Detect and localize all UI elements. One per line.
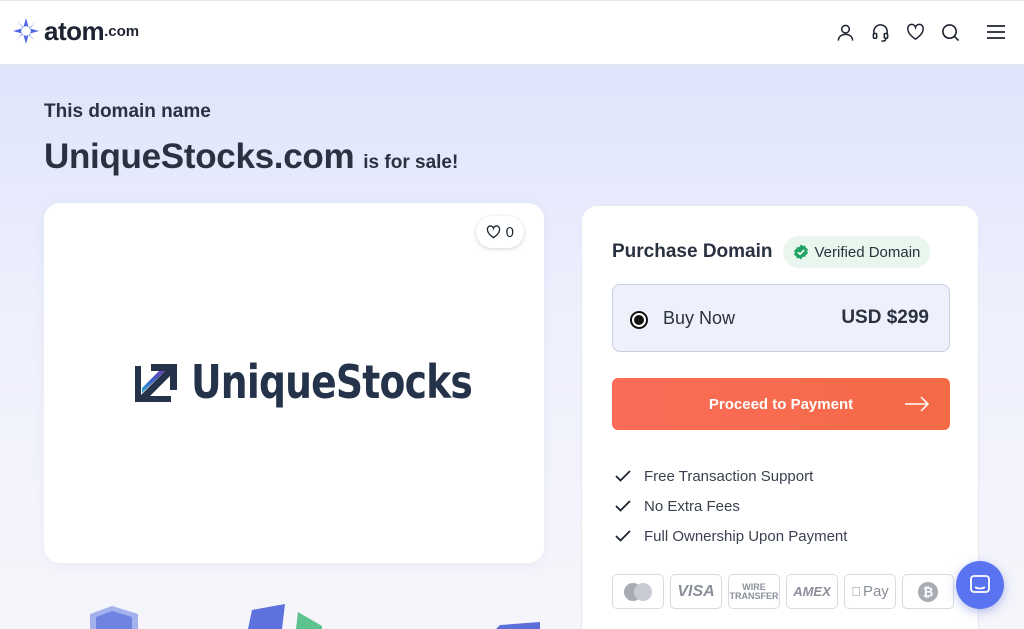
buy-now-option[interactable]: Buy Now USD $299: [612, 284, 950, 352]
amex-icon: AMEX: [786, 574, 838, 609]
proceed-label: Proceed to Payment: [708, 395, 854, 413]
wire-transfer-icon: WIRE TRANSFER: [728, 574, 780, 609]
check-icon: [615, 470, 631, 482]
bitcoin-icon: ₿: [902, 574, 954, 609]
mastercard-icon: [612, 574, 664, 609]
hamburger-menu-icon[interactable]: [986, 21, 1006, 43]
for-sale-text: is for sale!: [363, 152, 459, 173]
domain-logo-card: 0 UniqueStocks: [44, 203, 544, 563]
buy-now-radio[interactable]: [630, 311, 648, 329]
payment-methods: VISA WIRE TRANSFER AMEX Pay ₿: [612, 574, 954, 609]
benefit-item: Full Ownership Upon Payment: [614, 521, 847, 551]
purchase-panel: Purchase Domain Verified Domain Buy Now …: [581, 205, 979, 629]
check-icon: [615, 500, 631, 512]
domain-brand-logo: UniqueStocks: [133, 355, 534, 409]
atom-logo[interactable]: atom .com: [12, 17, 139, 45]
hero-eyebrow: This domain name: [44, 101, 211, 122]
check-icon: [615, 530, 631, 542]
logo-wordmark: atom: [44, 16, 105, 46]
visa-icon: VISA: [670, 574, 722, 609]
like-count: 0: [505, 223, 514, 241]
proceed-to-payment-button[interactable]: Proceed to Payment: [612, 378, 950, 430]
verified-check-icon: [793, 244, 808, 260]
buy-now-price: USD $299: [841, 307, 929, 328]
search-icon[interactable]: [940, 21, 960, 43]
domain-name-heading: UniqueStocks.com: [44, 137, 355, 176]
atom-star-icon: [13, 18, 39, 44]
header-actions: [835, 21, 1006, 43]
chat-support-button[interactable]: [956, 561, 1004, 609]
heart-icon: [486, 225, 500, 239]
feature-illustrations: [90, 604, 540, 629]
buy-now-label: Buy Now: [663, 308, 736, 328]
chat-bubble-icon: [970, 575, 990, 593]
benefit-item: No Extra Fees: [614, 491, 847, 521]
arrow-right-icon: [905, 396, 930, 412]
heart-icon[interactable]: [905, 21, 925, 43]
svg-text:₿: ₿: [923, 585, 934, 600]
benefit-text: No Extra Fees: [644, 497, 740, 515]
purchase-header: Purchase Domain Verified Domain: [612, 236, 931, 268]
benefits-list: Free Transaction Support No Extra Fees F…: [614, 461, 847, 551]
hero-title: UniqueStocks.com is for sale!: [44, 137, 458, 177]
headset-icon[interactable]: [870, 21, 890, 43]
user-icon[interactable]: [835, 21, 855, 43]
verified-label: Verified Domain: [814, 243, 921, 261]
like-button[interactable]: 0: [475, 216, 524, 248]
verified-domain-badge: Verified Domain: [782, 236, 931, 268]
purchase-title: Purchase Domain: [612, 241, 773, 262]
benefit-text: Full Ownership Upon Payment: [644, 527, 848, 545]
benefit-text: Free Transaction Support: [644, 467, 814, 485]
apple-pay-icon: Pay: [844, 574, 896, 609]
brand-wordmark: UniqueStocks: [191, 355, 473, 409]
arrow-up-right-logo-icon: [135, 364, 177, 402]
top-nav-bar: atom .com: [0, 0, 1024, 65]
logo-tld: .com: [104, 22, 140, 40]
benefit-item: Free Transaction Support: [614, 461, 847, 491]
